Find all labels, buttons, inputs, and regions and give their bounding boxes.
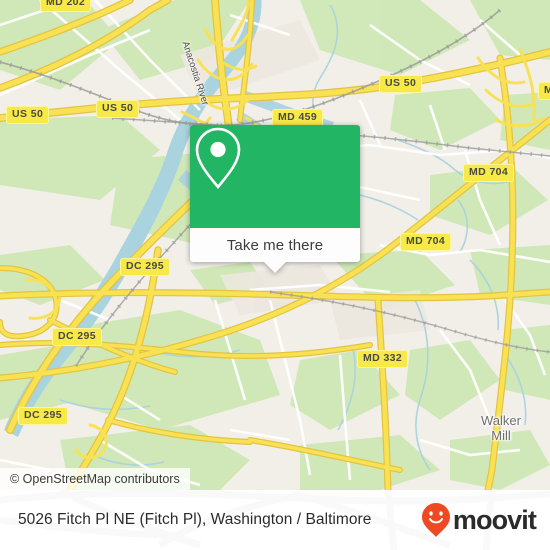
road-shield-us-50-west[interactable]: US 50 — [6, 106, 50, 124]
map-canvas[interactable]: Anacostia River Walker Mill US 50 US 50 … — [0, 0, 550, 490]
place-label-line-2: Mill — [491, 428, 511, 443]
map-pin-icon — [195, 127, 241, 190]
road-shield-dc-295-south[interactable]: DC 295 — [18, 407, 69, 425]
road-shield-dc-295-mid[interactable]: DC 295 — [52, 328, 103, 346]
road-shield-md-704-south[interactable]: MD 704 — [400, 233, 452, 251]
moovit-wordmark: moovit — [452, 504, 537, 535]
road-shield-top-clipped[interactable]: MD 202 — [40, 0, 92, 12]
place-label-line-1: Walker — [481, 413, 521, 428]
footer-bar: 5026 Fitch Pl NE (Fitch Pl), Washington … — [0, 490, 550, 550]
road-shield-md-704-north[interactable]: MD 704 — [463, 164, 515, 182]
place-label-walker-mill: Walker Mill — [481, 413, 521, 443]
popup-pointer-tail — [264, 262, 286, 273]
moovit-logo[interactable]: moovit — [421, 502, 537, 538]
road-shield-dc-295-north[interactable]: DC 295 — [120, 258, 171, 276]
footer-content: 5026 Fitch Pl NE (Fitch Pl), Washington … — [0, 490, 550, 550]
osm-attribution[interactable]: © OpenStreetMap contributors — [0, 468, 190, 490]
road-shield-md-332[interactable]: MD 332 — [357, 350, 409, 368]
osm-attribution-text[interactable]: © OpenStreetMap contributors — [10, 472, 180, 486]
address-label: 5026 Fitch Pl NE (Fitch Pl), Washington … — [18, 511, 372, 528]
moovit-pin-smiley-icon — [421, 503, 450, 537]
road-shield-us-50-east[interactable]: US 50 — [379, 75, 423, 93]
popup-action-area[interactable]: Take me there — [190, 228, 360, 262]
take-me-there-button[interactable]: Take me there — [227, 237, 323, 254]
popup-icon-area — [190, 125, 360, 228]
location-popup-card[interactable]: Take me there — [190, 125, 360, 273]
road-shield-right-clipped[interactable]: MD 4 — [538, 82, 550, 100]
road-shield-us-50-mid[interactable]: US 50 — [96, 100, 140, 118]
map-screenshot: Anacostia River Walker Mill US 50 US 50 … — [0, 0, 550, 550]
